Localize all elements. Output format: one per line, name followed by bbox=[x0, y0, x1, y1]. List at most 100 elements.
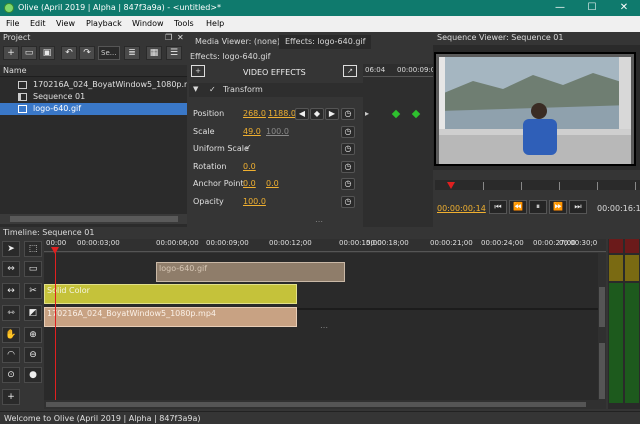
end-timecode: 00:00:16:16 bbox=[597, 204, 640, 213]
panel-close-icon[interactable]: ✕ bbox=[177, 33, 184, 42]
preview-frame-image bbox=[433, 45, 640, 170]
add-transition-icon[interactable]: ↗ bbox=[343, 65, 357, 77]
fast-forward-icon[interactable]: ⏩ bbox=[549, 200, 567, 214]
scale-keyframe-toggle-icon[interactable]: ◷ bbox=[341, 126, 355, 138]
title-bar: Olive (April 2019 | Alpha | 847f3a9a) - … bbox=[0, 0, 640, 16]
pause-icon[interactable]: ⏸ bbox=[529, 200, 547, 214]
current-timecode[interactable]: 00:00:00;14 bbox=[437, 204, 486, 213]
redo-icon[interactable]: ↷ bbox=[79, 46, 95, 60]
go-to-end-icon[interactable]: ⏭ bbox=[569, 200, 587, 214]
scale-value[interactable]: 49.0 bbox=[243, 127, 261, 136]
anchor-x-value[interactable]: 0.0 bbox=[243, 179, 256, 188]
name-column-header[interactable]: Name bbox=[3, 66, 27, 75]
list-item-selected[interactable]: logo-640.gif bbox=[0, 103, 187, 115]
prev-keyframe-icon[interactable]: ◀ bbox=[295, 108, 309, 120]
undo-icon[interactable]: ↶ bbox=[61, 46, 77, 60]
anchor-point-label: Anchor Point bbox=[193, 179, 244, 188]
transition-tool-icon[interactable]: ◩ bbox=[24, 305, 42, 321]
icon-view-icon[interactable]: ▦ bbox=[146, 46, 162, 60]
viewer-time-ruler[interactable] bbox=[435, 180, 640, 190]
anchor-y-value[interactable]: 0.0 bbox=[266, 179, 279, 188]
rotation-keyframe-toggle-icon[interactable]: ◷ bbox=[341, 161, 355, 173]
ruler-tick-label: 00:00:03;00 bbox=[77, 239, 120, 247]
hand-tool-icon[interactable]: ✋ bbox=[2, 327, 20, 343]
keyframe-graph-area[interactable] bbox=[363, 64, 433, 227]
position-keyframe-toggle-icon[interactable]: ◷ bbox=[341, 108, 355, 120]
opacity-value[interactable]: 100.0 bbox=[243, 197, 266, 206]
edit-tool-icon[interactable]: ⇔ bbox=[2, 261, 20, 277]
next-keyframe-icon[interactable]: ▶ bbox=[325, 108, 339, 120]
timeline-clip-logo[interactable]: logo-640.gif bbox=[156, 262, 345, 282]
list-item[interactable]: Sequence 01 bbox=[0, 91, 187, 103]
menu-playback[interactable]: Playback bbox=[86, 16, 122, 32]
track-resize-grip[interactable]: ⋯ bbox=[320, 323, 328, 332]
keyframe-ruler-tick: 00:00:09:0 bbox=[397, 66, 436, 74]
slip-tool-icon[interactable]: ⇿ bbox=[2, 305, 20, 321]
go-to-start-icon[interactable]: ⏮ bbox=[489, 200, 507, 214]
tab-effects[interactable]: Effects: logo-640.gif bbox=[279, 35, 372, 49]
zoom-in-icon[interactable]: ⊕ bbox=[24, 327, 42, 343]
timeline-clip-video[interactable]: 170216A_024_BoyatWindow5_1080p.mp4 bbox=[44, 307, 297, 327]
rotation-value[interactable]: 0.0 bbox=[243, 162, 256, 171]
video-file-icon bbox=[18, 81, 27, 89]
project-panel-title: Project bbox=[3, 33, 31, 42]
panel-float-icon[interactable]: ❐ bbox=[165, 33, 172, 42]
add-effect-icon[interactable]: + bbox=[191, 65, 205, 77]
rewind-icon[interactable]: ⏪ bbox=[509, 200, 527, 214]
close-button[interactable]: ✕ bbox=[608, 0, 640, 16]
ruler-tick-label: 00:00:12;00 bbox=[269, 239, 312, 247]
opacity-keyframe-toggle-icon[interactable]: ◷ bbox=[341, 196, 355, 208]
menu-file[interactable]: File bbox=[6, 16, 19, 32]
viewer-playhead[interactable] bbox=[447, 182, 455, 189]
menu-tools[interactable]: Tools bbox=[174, 16, 194, 32]
ruler-tick-label: 00:00:09;00 bbox=[206, 239, 249, 247]
tree-view-icon[interactable]: ≣ bbox=[124, 46, 140, 60]
open-folder-icon[interactable]: ▭ bbox=[21, 46, 37, 60]
menu-window[interactable]: Window bbox=[132, 16, 164, 32]
scale-label: Scale bbox=[193, 127, 215, 136]
timeline-ruler[interactable]: 00:00 00:00:03;00 00:00:06;00 00:00:09;0… bbox=[44, 239, 606, 252]
list-item[interactable]: 170216A_024_BoyatWindow5_1080p.mp4 bbox=[0, 79, 202, 91]
uniform-keyframe-toggle-icon[interactable]: ◷ bbox=[341, 143, 355, 155]
add-keyframe-icon[interactable]: ◆ bbox=[310, 108, 324, 120]
timeline-panel: Timeline: Sequence 01 ➤ ⬚ ⇔ ▭ ↔ ✂ ⇿ ◩ ✋ … bbox=[0, 227, 640, 411]
menu-bar: File Edit View Playback Window Tools Hel… bbox=[0, 16, 640, 32]
save-icon[interactable]: ▣ bbox=[39, 46, 55, 60]
panel-resize-grip[interactable]: ⋯ bbox=[315, 217, 323, 226]
minimize-button[interactable]: — bbox=[544, 0, 576, 16]
maximize-button[interactable]: ☐ bbox=[576, 0, 608, 16]
pointer-tool-icon[interactable]: ➤ bbox=[2, 241, 20, 257]
snap-toggle-icon[interactable]: ⬚ bbox=[24, 241, 42, 257]
horizontal-scrollbar[interactable] bbox=[0, 214, 187, 224]
record-tool-icon[interactable]: ◠ bbox=[2, 347, 20, 363]
video-preview[interactable] bbox=[433, 45, 640, 170]
uniform-scale-checkbox[interactable]: ✓ bbox=[245, 143, 252, 152]
timeline-title: Timeline: Sequence 01 bbox=[3, 228, 95, 237]
enable-effect-checkbox[interactable]: ✓ bbox=[209, 85, 216, 94]
new-item-button[interactable]: + bbox=[3, 46, 19, 60]
zoom-tool-icon[interactable]: ⊙ bbox=[2, 367, 20, 383]
timeline-clip-solid-color[interactable]: Solid Color bbox=[44, 284, 297, 304]
list-view-icon[interactable]: ☰ bbox=[166, 46, 182, 60]
position-x-value[interactable]: 268.0 bbox=[243, 109, 266, 118]
menu-help[interactable]: Help bbox=[206, 16, 224, 32]
window-title: Olive (April 2019 | Alpha | 847f3a9a) - … bbox=[18, 3, 221, 12]
effects-panel: Media Viewer: (none) Effects: logo-640.g… bbox=[187, 32, 436, 227]
timeline-horizontal-scrollbar[interactable] bbox=[44, 400, 598, 409]
anchor-keyframe-toggle-icon[interactable]: ◷ bbox=[341, 178, 355, 190]
collapse-arrow-icon[interactable]: ▼ bbox=[193, 85, 198, 93]
position-y-value[interactable]: 1188.0 bbox=[268, 109, 296, 118]
razor-tool-icon[interactable]: ✂ bbox=[24, 283, 42, 299]
record-dot-icon[interactable]: ● bbox=[24, 367, 42, 383]
menu-view[interactable]: View bbox=[56, 16, 75, 32]
tab-media-viewer[interactable]: Media Viewer: (none) bbox=[189, 35, 286, 49]
ripple-tool-icon[interactable]: ▭ bbox=[24, 261, 42, 277]
rolling-tool-icon[interactable]: ↔ bbox=[2, 283, 20, 299]
project-search-input[interactable]: Se... bbox=[98, 46, 120, 60]
menu-edit[interactable]: Edit bbox=[30, 16, 46, 32]
timeline-vertical-scrollbar[interactable] bbox=[598, 253, 606, 409]
scale-value-secondary[interactable]: 100.0 bbox=[266, 127, 289, 136]
add-track-icon[interactable]: + bbox=[2, 389, 20, 405]
ruler-tick-label: 00:00:24;00 bbox=[481, 239, 524, 247]
zoom-out-icon[interactable]: ⊖ bbox=[24, 347, 42, 363]
